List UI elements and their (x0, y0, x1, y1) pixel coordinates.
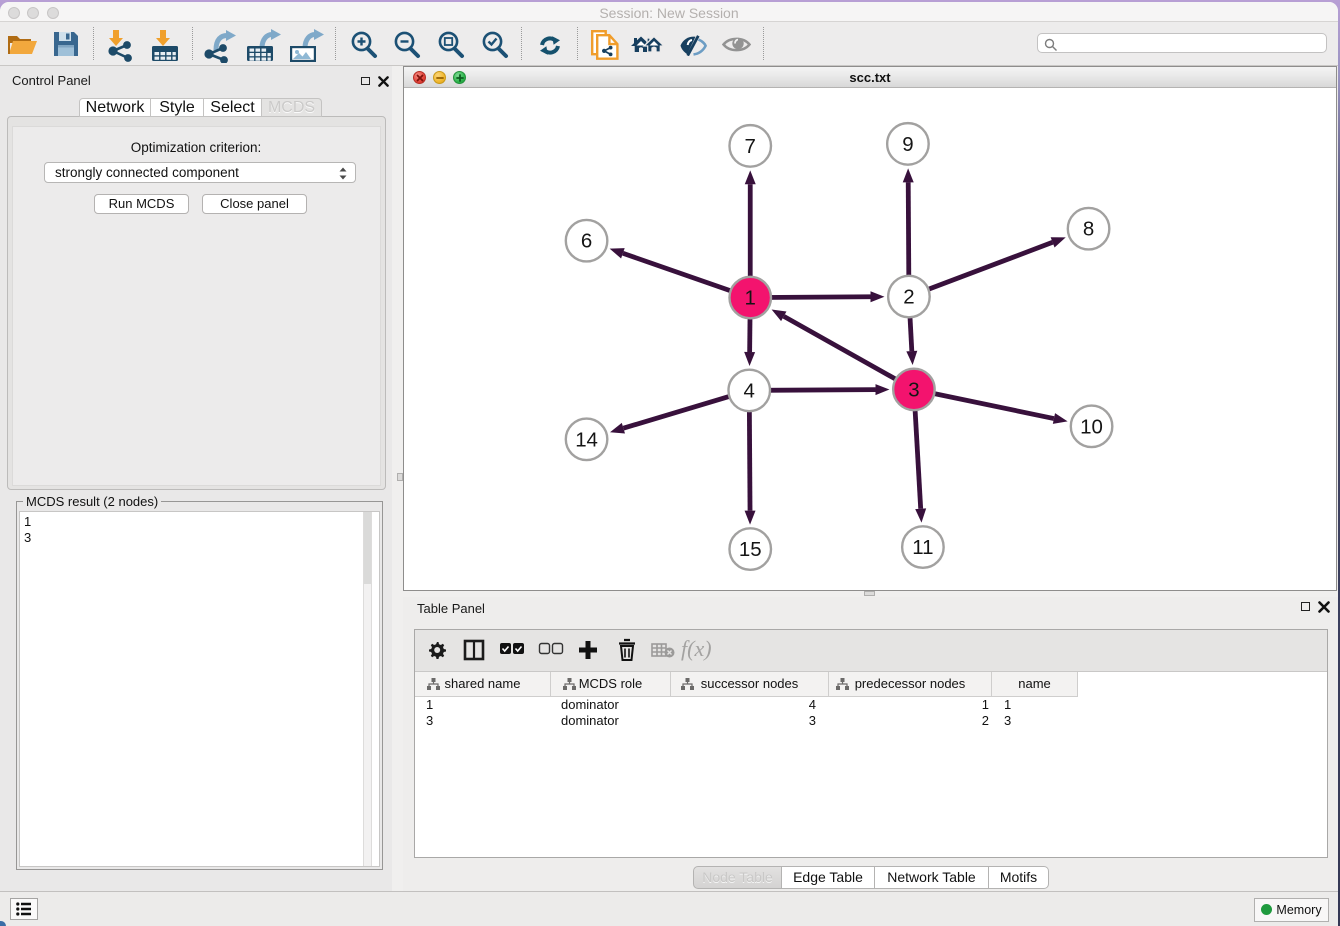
svg-text:8: 8 (1083, 218, 1094, 241)
svg-text:3: 3 (908, 378, 919, 401)
svg-text:6: 6 (581, 230, 592, 253)
svg-text:7: 7 (745, 135, 756, 158)
svg-text:1: 1 (745, 287, 756, 310)
svg-text:15: 15 (739, 538, 762, 561)
svg-text:11: 11 (912, 536, 933, 559)
svg-text:2: 2 (903, 286, 914, 309)
svg-text:9: 9 (902, 133, 913, 156)
svg-text:10: 10 (1080, 415, 1103, 438)
svg-text:14: 14 (575, 428, 598, 451)
svg-text:4: 4 (744, 379, 755, 402)
